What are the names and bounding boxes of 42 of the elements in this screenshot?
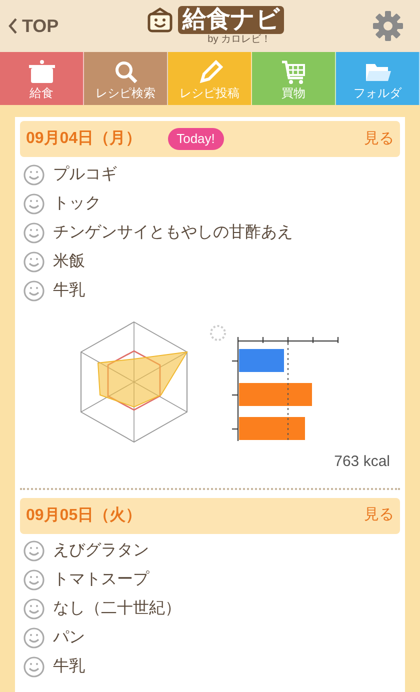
nav-tab[interactable]: レシピ検索 xyxy=(84,52,168,105)
dish-name: トマトスープ xyxy=(53,570,149,590)
smiley-icon xyxy=(23,164,45,186)
cart-icon xyxy=(280,59,308,85)
dish-name: トック xyxy=(53,194,101,214)
loading-icon xyxy=(210,325,226,341)
smiley-icon xyxy=(23,569,45,591)
smiley-icon xyxy=(23,250,45,272)
dish-name: えびグラタン xyxy=(53,541,149,561)
pot-face-icon xyxy=(146,7,174,33)
chevron-left-icon xyxy=(8,18,18,34)
dish-name: チンゲンサイともやしの甘酢あえ xyxy=(53,222,293,242)
dish-name: 牛乳 xyxy=(53,280,85,300)
calorie-total: 763 kcal xyxy=(334,452,390,472)
nav-tab[interactable]: 買物 xyxy=(252,52,336,105)
back-link[interactable]: TOP xyxy=(8,12,59,40)
byline: by カロレビ！ xyxy=(208,34,272,46)
dish-name: 米飯 xyxy=(53,252,85,272)
date-label: 09月05日（火） xyxy=(26,506,142,526)
nav-tab[interactable]: フォルダ xyxy=(336,52,420,105)
settings-icon[interactable] xyxy=(372,10,404,42)
dish-name: なし（二十世紀） xyxy=(53,598,181,619)
dish-name: 牛乳 xyxy=(53,656,85,677)
smiley-icon xyxy=(23,540,45,562)
dish-name: パン xyxy=(53,628,85,648)
smiley-icon xyxy=(23,222,45,244)
nav-tab[interactable]: 給食 xyxy=(0,52,84,105)
chart-bar xyxy=(239,417,305,440)
smiley-icon xyxy=(23,598,45,620)
pot-icon xyxy=(28,59,56,85)
nav-tab[interactable]: レシピ投稿 xyxy=(168,52,252,105)
date-label: 09月04日（月） xyxy=(26,129,142,149)
view-link[interactable]: 見る xyxy=(364,128,394,150)
view-link[interactable]: 見る xyxy=(364,504,394,527)
app-logo: 給食ナビ xyxy=(178,6,284,34)
smiley-icon xyxy=(23,627,45,649)
smiley-icon xyxy=(23,280,45,302)
smiley-icon xyxy=(23,656,45,678)
smiley-icon xyxy=(23,192,45,214)
chart-bar xyxy=(239,349,284,372)
dish-name: プルコギ xyxy=(53,164,117,184)
today-badge: Today! xyxy=(168,128,224,150)
